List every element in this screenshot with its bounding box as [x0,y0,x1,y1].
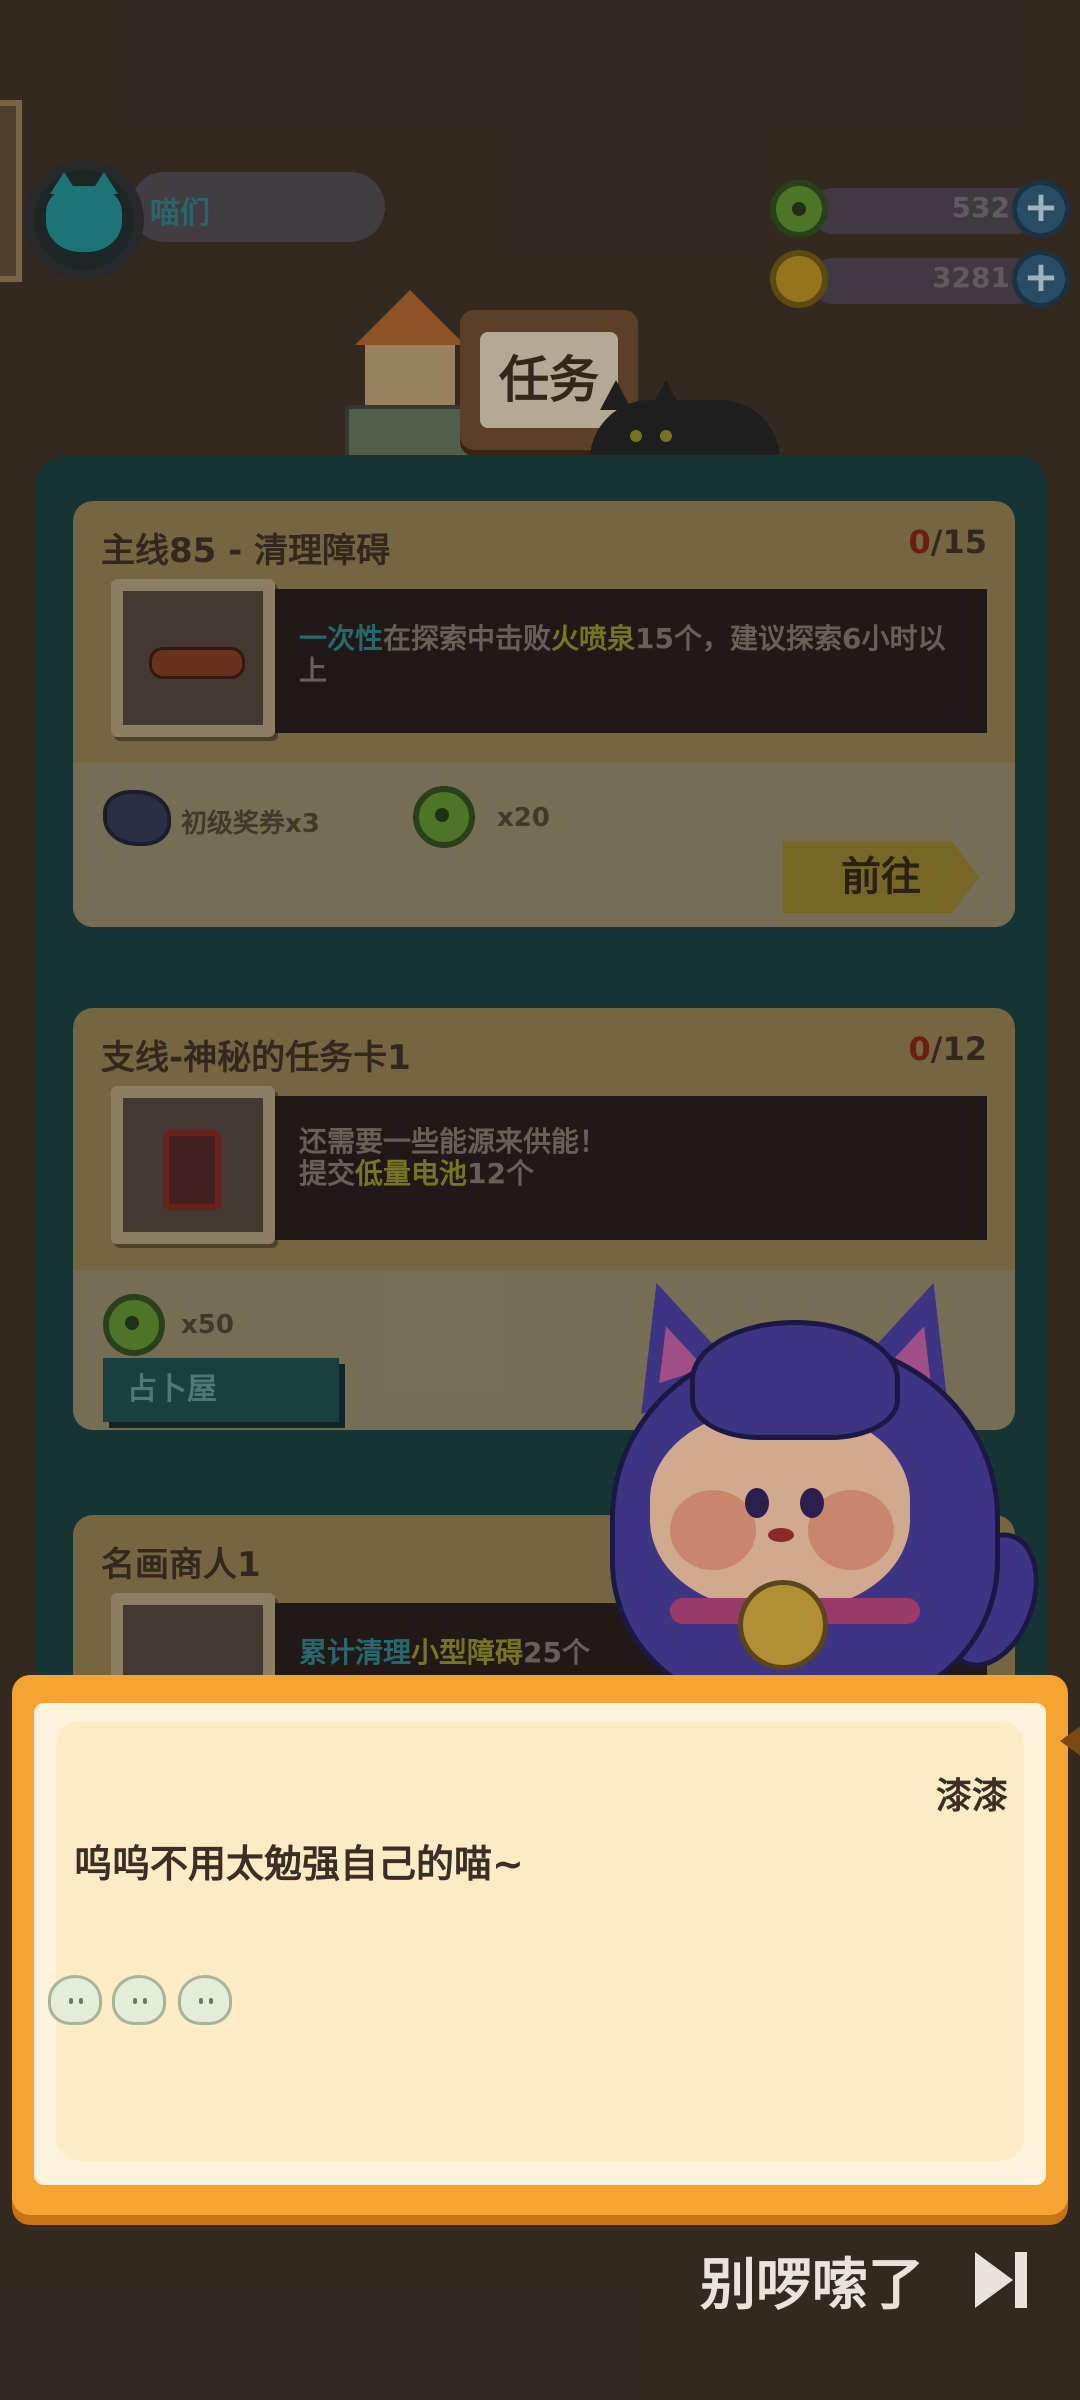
resource-green-coin: 532 + [770,180,1070,238]
dialog-box[interactable]: 漆漆 呜呜不用太勉强自己的喵~ [12,1675,1080,2215]
speaker-name: 漆漆 [935,1776,1008,1817]
green-coin-icon [770,180,828,238]
player-name-pill: 喵们 [130,172,385,242]
bun-icon [48,1975,102,2025]
go-button[interactable]: 前往 [783,841,979,913]
quest-card-main: 主线85 - 清理障碍 0/15 一次性在探索中击败火喷泉15个，建议探索6小时… [73,501,1015,927]
reward-label: x50 [181,1310,234,1340]
quest-target-frame [111,1086,275,1244]
skip-button[interactable]: 别啰嗦了 [700,2240,1040,2320]
quest-title: 支线-神秘的任务卡1 [101,1038,411,1078]
cat-avatar-icon [46,172,122,252]
resource-gold-coin: 3281 + [770,250,1070,308]
green-coin-icon [413,786,475,848]
dialog-text: 呜呜不用太勉强自己的喵~ [74,1842,524,1886]
character-qiqi-portrait [590,1265,1057,1720]
fire-fountain-icon [149,647,245,679]
add-green-coin-button[interactable]: + [1012,180,1070,238]
battery-icon [163,1130,221,1210]
bun-icon [178,1975,232,2025]
quest-title: 主线85 - 清理障碍 [101,531,391,571]
avatar[interactable] [24,160,144,280]
green-coin-count: 532 [951,191,1010,224]
quest-description: 一次性在探索中击败火喷泉15个，建议探索6小时以上 [275,589,987,733]
ticket-icon [103,790,171,846]
add-gold-coin-button[interactable]: + [1012,250,1070,308]
quest-title: 名画商人1 [101,1545,261,1585]
gold-coin-count: 3281 [932,261,1010,294]
bun-icon [112,1975,166,2025]
quest-description: 还需要一些能源来供能！ 提交低量电池12个 [275,1096,987,1240]
quest-target-frame [111,579,275,737]
gold-coin-icon [770,250,828,308]
skip-label: 别啰嗦了 [700,2253,924,2318]
reward-label: x20 [497,803,550,833]
reward-label: 初级奖券x3 [181,809,320,839]
skip-forward-icon [975,2252,1029,2308]
location-tag[interactable]: 占卜屋 [103,1358,339,1422]
quest-progress: 0/12 [908,1030,987,1068]
bell-icon [738,1580,828,1670]
side-hex-button[interactable] [0,100,22,282]
player-name: 喵们 [150,196,210,231]
green-coin-icon [103,1294,165,1356]
quest-progress: 0/15 [908,523,987,561]
